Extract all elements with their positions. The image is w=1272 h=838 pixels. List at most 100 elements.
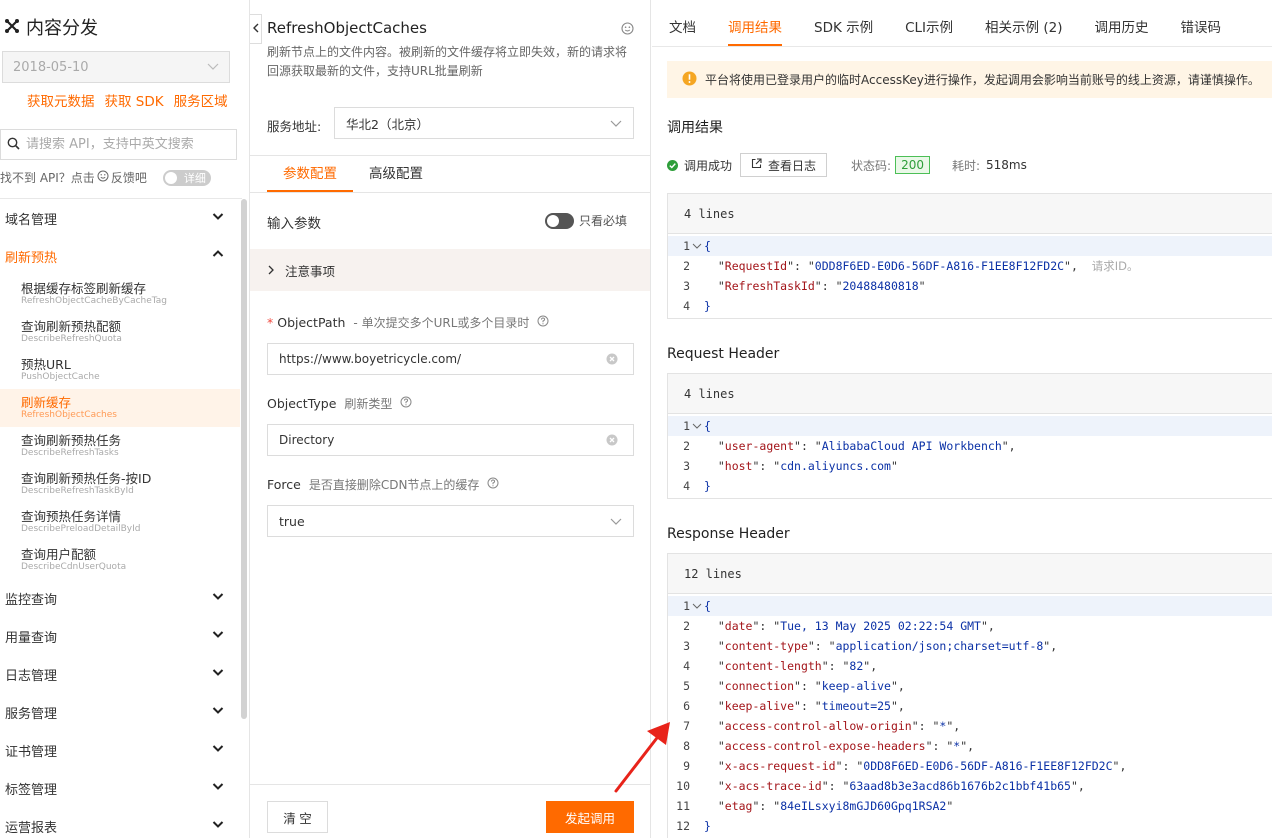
force-select[interactable]: true	[267, 505, 634, 537]
external-link-icon	[751, 158, 762, 172]
objecttype-input[interactable]: Directory	[267, 424, 634, 456]
json-value: AlibabaCloud API Workbench	[821, 439, 1002, 453]
clear-icon[interactable]	[606, 353, 618, 368]
chevron-down-icon	[212, 704, 224, 720]
nav-item-describe-preload-detail[interactable]: 查询预热任务详情 DescribePreloadDetailById	[0, 503, 240, 541]
nav-item-api-name: DescribeRefreshTaskById	[21, 486, 134, 496]
notes-collapse[interactable]: 注意事项	[250, 249, 650, 291]
json-key: content-type	[724, 639, 808, 653]
cross-arrows-icon	[4, 18, 20, 37]
required-only-switch[interactable]: 只看必填	[545, 212, 627, 229]
nav-group-monitoring[interactable]: 监控查询	[0, 579, 240, 617]
code-text: {	[704, 239, 711, 253]
nav-group-certificates[interactable]: 证书管理	[0, 731, 240, 769]
api-search-input[interactable]	[26, 137, 226, 152]
view-log-label: 查看日志	[768, 158, 817, 173]
nav-group-tags[interactable]: 标签管理	[0, 769, 240, 807]
tabs-divider	[652, 46, 1272, 47]
clear-button[interactable]: 清 空	[267, 801, 328, 833]
code-text: }	[704, 479, 711, 493]
code-line: 7 " access-control-allow-origin ": " * ",	[668, 716, 1272, 736]
tab-advanced-config[interactable]: 高级配置	[353, 156, 439, 192]
nav-item-api-name: RefreshObjectCaches	[21, 410, 117, 420]
feedback-smile-icon[interactable]	[621, 22, 634, 38]
feedback-row: 找不到 API？点击 反馈吧 详细	[0, 169, 211, 186]
service-address-select[interactable]: 华北2（北京）	[334, 107, 634, 139]
detail-toggle[interactable]: 详细	[162, 169, 211, 186]
nav-item-push-object-cache[interactable]: 预热URL PushObjectCache	[0, 351, 240, 389]
nav-group-service[interactable]: 服务管理	[0, 693, 240, 731]
code-line: 10 " x-acs-trace-id ": " 63aad8b3e3acd86b16…	[668, 776, 1272, 796]
json-key: user-agent	[724, 439, 795, 453]
param-name: ObjectPath	[277, 315, 346, 330]
json-key: host	[724, 459, 753, 473]
status-text: 调用成功	[684, 158, 733, 173]
nav-item-refresh-by-cache-tag[interactable]: 根据缓存标签刷新缓存 RefreshObjectCacheByCacheTag	[0, 275, 240, 313]
code-text: {	[704, 599, 711, 613]
sidebar-scrollbar[interactable]	[241, 199, 247, 719]
tabs-divider	[250, 192, 651, 193]
nav-group-reports[interactable]: 运营报表	[0, 807, 240, 838]
api-description: 刷新节点上的文件内容。被刷新的文件缓存将立即失效，新的请求将回源获取最新的文件，…	[267, 45, 628, 78]
chevron-down-icon	[212, 210, 224, 226]
fold-chevron-icon[interactable]	[690, 596, 704, 616]
nav-group-domain[interactable]: 域名管理	[0, 199, 240, 237]
json-key: content-length	[724, 659, 822, 673]
clear-icon[interactable]	[606, 434, 618, 449]
status-row: 调用成功 查看日志 状态码: 200 耗时: 518ms	[667, 153, 1027, 177]
fold-chevron-icon[interactable]	[690, 236, 704, 256]
code-line: 2 " date ": " Tue, 13 May 2025 02:22:54 GMT…	[668, 616, 1272, 636]
chevron-down-icon	[212, 742, 224, 758]
nav-item-describe-cdn-user-quota[interactable]: 查询用户配额 DescribeCdnUserQuota	[0, 541, 240, 579]
tab-call-result[interactable]: 调用结果	[728, 0, 782, 46]
view-log-button[interactable]: 查看日志	[740, 153, 828, 177]
json-value: *	[939, 719, 947, 733]
input-params-title: 输入参数	[267, 216, 321, 232]
nav-item-describe-refresh-quota[interactable]: 查询刷新预热配额 DescribeRefreshQuota	[0, 313, 240, 351]
invoke-button[interactable]: 发起调用	[546, 801, 634, 833]
api-nav: 域名管理 刷新预热 根据缓存标签刷新缓存 RefreshObjectCacheB…	[0, 199, 240, 838]
help-circle-icon[interactable]	[400, 396, 412, 411]
nav-group-label: 监控查询	[5, 592, 58, 608]
code-body: 1 {2 " date ": " Tue, 13 May 2025 02:22:54 G…	[668, 594, 1272, 838]
nav-group-logs[interactable]: 日志管理	[0, 655, 240, 693]
json-value: 0DD8F6ED-E0D6-56DF-A816-F1EE8F12FD2C	[863, 759, 1113, 773]
help-circle-icon[interactable]	[487, 477, 499, 492]
tab-call-history[interactable]: 调用历史	[1094, 0, 1148, 46]
tab-error-codes[interactable]: 错误码	[1180, 0, 1221, 46]
fold-chevron-icon[interactable]	[690, 416, 704, 436]
warning-banner: 平台将使用已登录用户的临时AccessKey进行操作，发起调用会影响当前账号的线…	[667, 61, 1272, 98]
required-asterisk: *	[267, 315, 274, 330]
tab-cli-example[interactable]: CLI示例	[905, 0, 953, 46]
json-value: 63aad8b3e3acd86b1676b2c1bbf41b65	[849, 779, 1071, 793]
code-line: 3 " host ": " cdn.aliyuncs.com "	[668, 456, 1272, 476]
line-number: 2	[683, 259, 690, 273]
nav-item-describe-refresh-tasks[interactable]: 查询刷新预热任务 DescribeRefreshTasks	[0, 427, 240, 465]
nav-group-refresh-preload[interactable]: 刷新预热	[0, 237, 240, 275]
objectpath-input[interactable]: https://www.boyetricycle.com/	[267, 343, 634, 375]
get-sdk-link[interactable]: 获取 SDK	[105, 90, 164, 110]
toggle-switch[interactable]	[545, 212, 574, 229]
line-number: 3	[683, 279, 690, 293]
nav-item-api-name: DescribePreloadDetailById	[21, 524, 141, 534]
code-text: }	[704, 299, 711, 313]
get-metadata-link[interactable]: 获取元数据	[27, 90, 95, 110]
nav-group-usage[interactable]: 用量查询	[0, 617, 240, 655]
nav-item-describe-refresh-task-by-id[interactable]: 查询刷新预热任务-按ID DescribeRefreshTaskById	[0, 465, 240, 503]
collapse-sidebar-button[interactable]	[250, 14, 262, 44]
code-line: 3 " RefreshTaskId ": " 20488480818 "	[668, 276, 1272, 296]
line-number: 1	[683, 599, 690, 613]
code-body: 1 { 2 " RequestId ": " 0DD8F6ED-E0D6-56DF-A…	[668, 234, 1272, 318]
tab-docs[interactable]: 文档	[669, 0, 696, 46]
help-circle-icon[interactable]	[537, 315, 549, 330]
nav-item-api-name: DescribeCdnUserQuota	[21, 562, 127, 572]
tab-parameter-config[interactable]: 参数配置	[267, 156, 353, 192]
chevron-down-icon	[212, 780, 224, 796]
tab-related-examples[interactable]: 相关示例 (2)	[985, 0, 1062, 46]
version-date-select[interactable]: 2018-05-10	[2, 51, 230, 83]
nav-item-refresh-object-caches[interactable]: 刷新缓存 RefreshObjectCaches	[0, 389, 240, 427]
code-line: 3 " content-type ": " application/json;char…	[668, 636, 1272, 656]
service-region-link[interactable]: 服务区域	[174, 90, 228, 110]
feedback-link[interactable]: 反馈吧	[111, 169, 147, 186]
tab-sdk-example[interactable]: SDK 示例	[814, 0, 873, 46]
